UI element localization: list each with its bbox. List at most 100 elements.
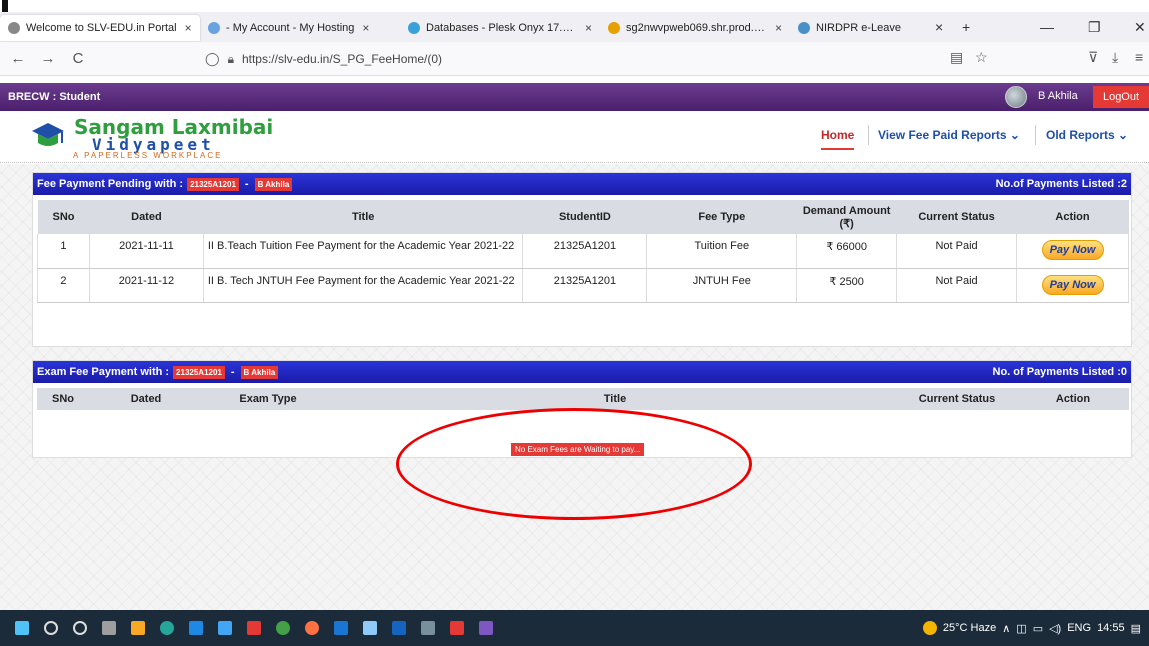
top-strip (0, 0, 1149, 12)
system-tray: 25°C Haze ∧ ◫ ▭ ◁) ENG 14:55 ▤ (922, 621, 1141, 635)
brand-tagline: A PAPERLESS WORKPLACE (73, 151, 223, 160)
tab-label: sg2nwvpweb069.shr.prod.sin2.s (626, 22, 767, 34)
col-demand-amount: Demand Amount (₹) (796, 200, 897, 234)
menu-home[interactable]: Home (821, 128, 855, 150)
student-name-badge: B Akhila (240, 365, 279, 379)
tab-slv-portal[interactable]: Welcome to SLV-EDU.in Portal × (0, 15, 200, 41)
tab-close-icon[interactable]: × (585, 21, 592, 35)
site-favicon-icon (208, 22, 220, 34)
windows-taskbar: 25°C Haze ∧ ◫ ▭ ◁) ENG 14:55 ▤ (0, 610, 1149, 646)
tab-close-icon[interactable]: × (185, 21, 192, 35)
shield-icon: ◯ (205, 51, 220, 66)
page-content: Fee Payment Pending with : 21325A1201 - … (0, 164, 1149, 610)
logout-button[interactable]: LogOut (1093, 86, 1149, 108)
url-text[interactable]: https://slv-edu.in/S_PG_FeeHome/(0) (242, 52, 442, 66)
col-exam-type: Exam Type (203, 388, 333, 410)
notification-icon[interactable]: ▤ (1131, 622, 1141, 635)
forward-button[interactable]: → (36, 50, 60, 67)
minimize-icon[interactable]: — (1040, 12, 1054, 42)
bookmark-star-icon[interactable]: ☆ (975, 49, 988, 66)
user-role: BRECW : Student (8, 91, 101, 103)
network-icon[interactable]: ◫ (1016, 622, 1026, 635)
window-close-icon[interactable]: ✕ (1134, 12, 1146, 42)
avatar (1005, 86, 1027, 108)
word-icon[interactable] (392, 621, 406, 635)
site-header: BRECW : Student B Akhila LogOut (0, 83, 1149, 111)
app-icon[interactable] (363, 621, 377, 635)
language-indicator[interactable]: ENG (1067, 622, 1091, 634)
pdf-icon[interactable] (450, 621, 464, 635)
menu-divider (1035, 125, 1036, 145)
app-icon[interactable] (421, 621, 435, 635)
cell-dated: 2021-11-12 (89, 268, 204, 303)
exam-fee-table: SNo Dated Exam Type Title Current Status… (37, 388, 1129, 410)
app-icon[interactable] (334, 621, 348, 635)
student-id-badge: 21325A1201 (173, 365, 225, 379)
weather-text[interactable]: 25°C Haze (943, 622, 996, 634)
mail-icon[interactable] (218, 621, 232, 635)
search-icon[interactable] (44, 621, 58, 635)
new-tab-button[interactable]: + (962, 12, 970, 42)
cell-sno: 2 (37, 268, 90, 303)
tab-close-icon[interactable]: × (935, 12, 943, 42)
task-view-icon[interactable] (102, 621, 116, 635)
cell-status: Not Paid (896, 268, 1018, 303)
reader-view-icon[interactable]: ▤ (950, 49, 963, 66)
reload-button[interactable]: C (66, 50, 90, 67)
whatsapp-icon[interactable] (276, 621, 290, 635)
start-icon[interactable] (15, 621, 29, 635)
separator: - (244, 178, 249, 190)
address-bar[interactable]: ◯ 🔒︎ https://slv-edu.in/S_PG_FeeHome/(0) (205, 47, 965, 71)
battery-icon[interactable]: ▭ (1033, 622, 1043, 635)
col-fee-type: Fee Type (646, 200, 797, 234)
volume-icon[interactable]: ◁) (1049, 622, 1061, 635)
cortana-icon[interactable] (73, 621, 87, 635)
filezilla-icon[interactable] (247, 621, 261, 635)
edge-icon[interactable] (160, 621, 174, 635)
tab-close-icon[interactable]: × (362, 21, 369, 35)
tab-nirdpr[interactable]: NIRDPR e-Leave (790, 15, 940, 41)
col-student-id: StudentID (522, 200, 647, 234)
col-action: Action (1017, 388, 1129, 410)
pay-now-button[interactable]: Pay Now (1041, 274, 1104, 295)
brand-menu-row: Sangam Laxmibai Vidyapeet A PAPERLESS WO… (0, 111, 1149, 163)
col-sno: SNo (37, 388, 89, 410)
chevron-up-icon[interactable]: ∧ (1002, 622, 1010, 635)
weather-icon (922, 621, 937, 635)
tab-label: Databases - Plesk Onyx 17.8.11 (426, 22, 577, 34)
menu-old-reports[interactable]: Old Reports ⌄ (1046, 128, 1128, 142)
separator: - (230, 366, 235, 378)
exam-fee-header: Exam Fee Payment with : 21325A1201 - B A… (33, 361, 1131, 383)
store-icon[interactable] (189, 621, 203, 635)
firefox-icon[interactable] (305, 621, 319, 635)
visual-studio-icon[interactable] (479, 621, 493, 635)
cell-title: II B.Teach Tuition Fee Payment for the A… (203, 234, 524, 269)
graduation-cap-icon (32, 123, 64, 146)
tab-sg2nwvpweb[interactable]: sg2nwvpweb069.shr.prod.sin2.s × (600, 15, 790, 41)
restore-icon[interactable]: ❐ (1088, 12, 1101, 42)
tab-my-hosting[interactable]: - My Account - My Hosting × (200, 15, 400, 41)
cursor-icon (2, 0, 8, 12)
pay-now-button[interactable]: Pay Now (1041, 240, 1104, 260)
file-explorer-icon[interactable] (131, 621, 145, 635)
cell-fee-type: JNTUH Fee (646, 268, 798, 303)
tab-label: Welcome to SLV-EDU.in Portal (26, 22, 177, 34)
menu-icon[interactable]: ≡ (1135, 49, 1143, 65)
site-favicon-icon (408, 22, 420, 34)
back-button[interactable]: ← (6, 50, 30, 67)
tab-close-icon[interactable]: × (775, 21, 782, 35)
menu-fee-paid-reports[interactable]: View Fee Paid Reports ⌄ (878, 128, 1020, 142)
clock[interactable]: 14:55 (1097, 622, 1125, 634)
cell-status: Not Paid (896, 234, 1018, 269)
payments-count: No. of Payments Listed :0 (992, 366, 1127, 378)
student-name-badge: B Akhila (254, 177, 293, 191)
col-dated: Dated (89, 200, 204, 234)
tab-label: - My Account - My Hosting (226, 22, 355, 34)
browser-tab-bar: Welcome to SLV-EDU.in Portal × - My Acco… (0, 12, 1149, 42)
pocket-icon[interactable]: ⊽ (1088, 49, 1098, 66)
cell-sno: 1 (37, 234, 90, 269)
tab-plesk[interactable]: Databases - Plesk Onyx 17.8.11 × (400, 15, 600, 41)
site-favicon-icon (798, 22, 810, 34)
col-current-status: Current Status (896, 200, 1017, 234)
download-icon[interactable]: ⤓ (1112, 49, 1118, 66)
